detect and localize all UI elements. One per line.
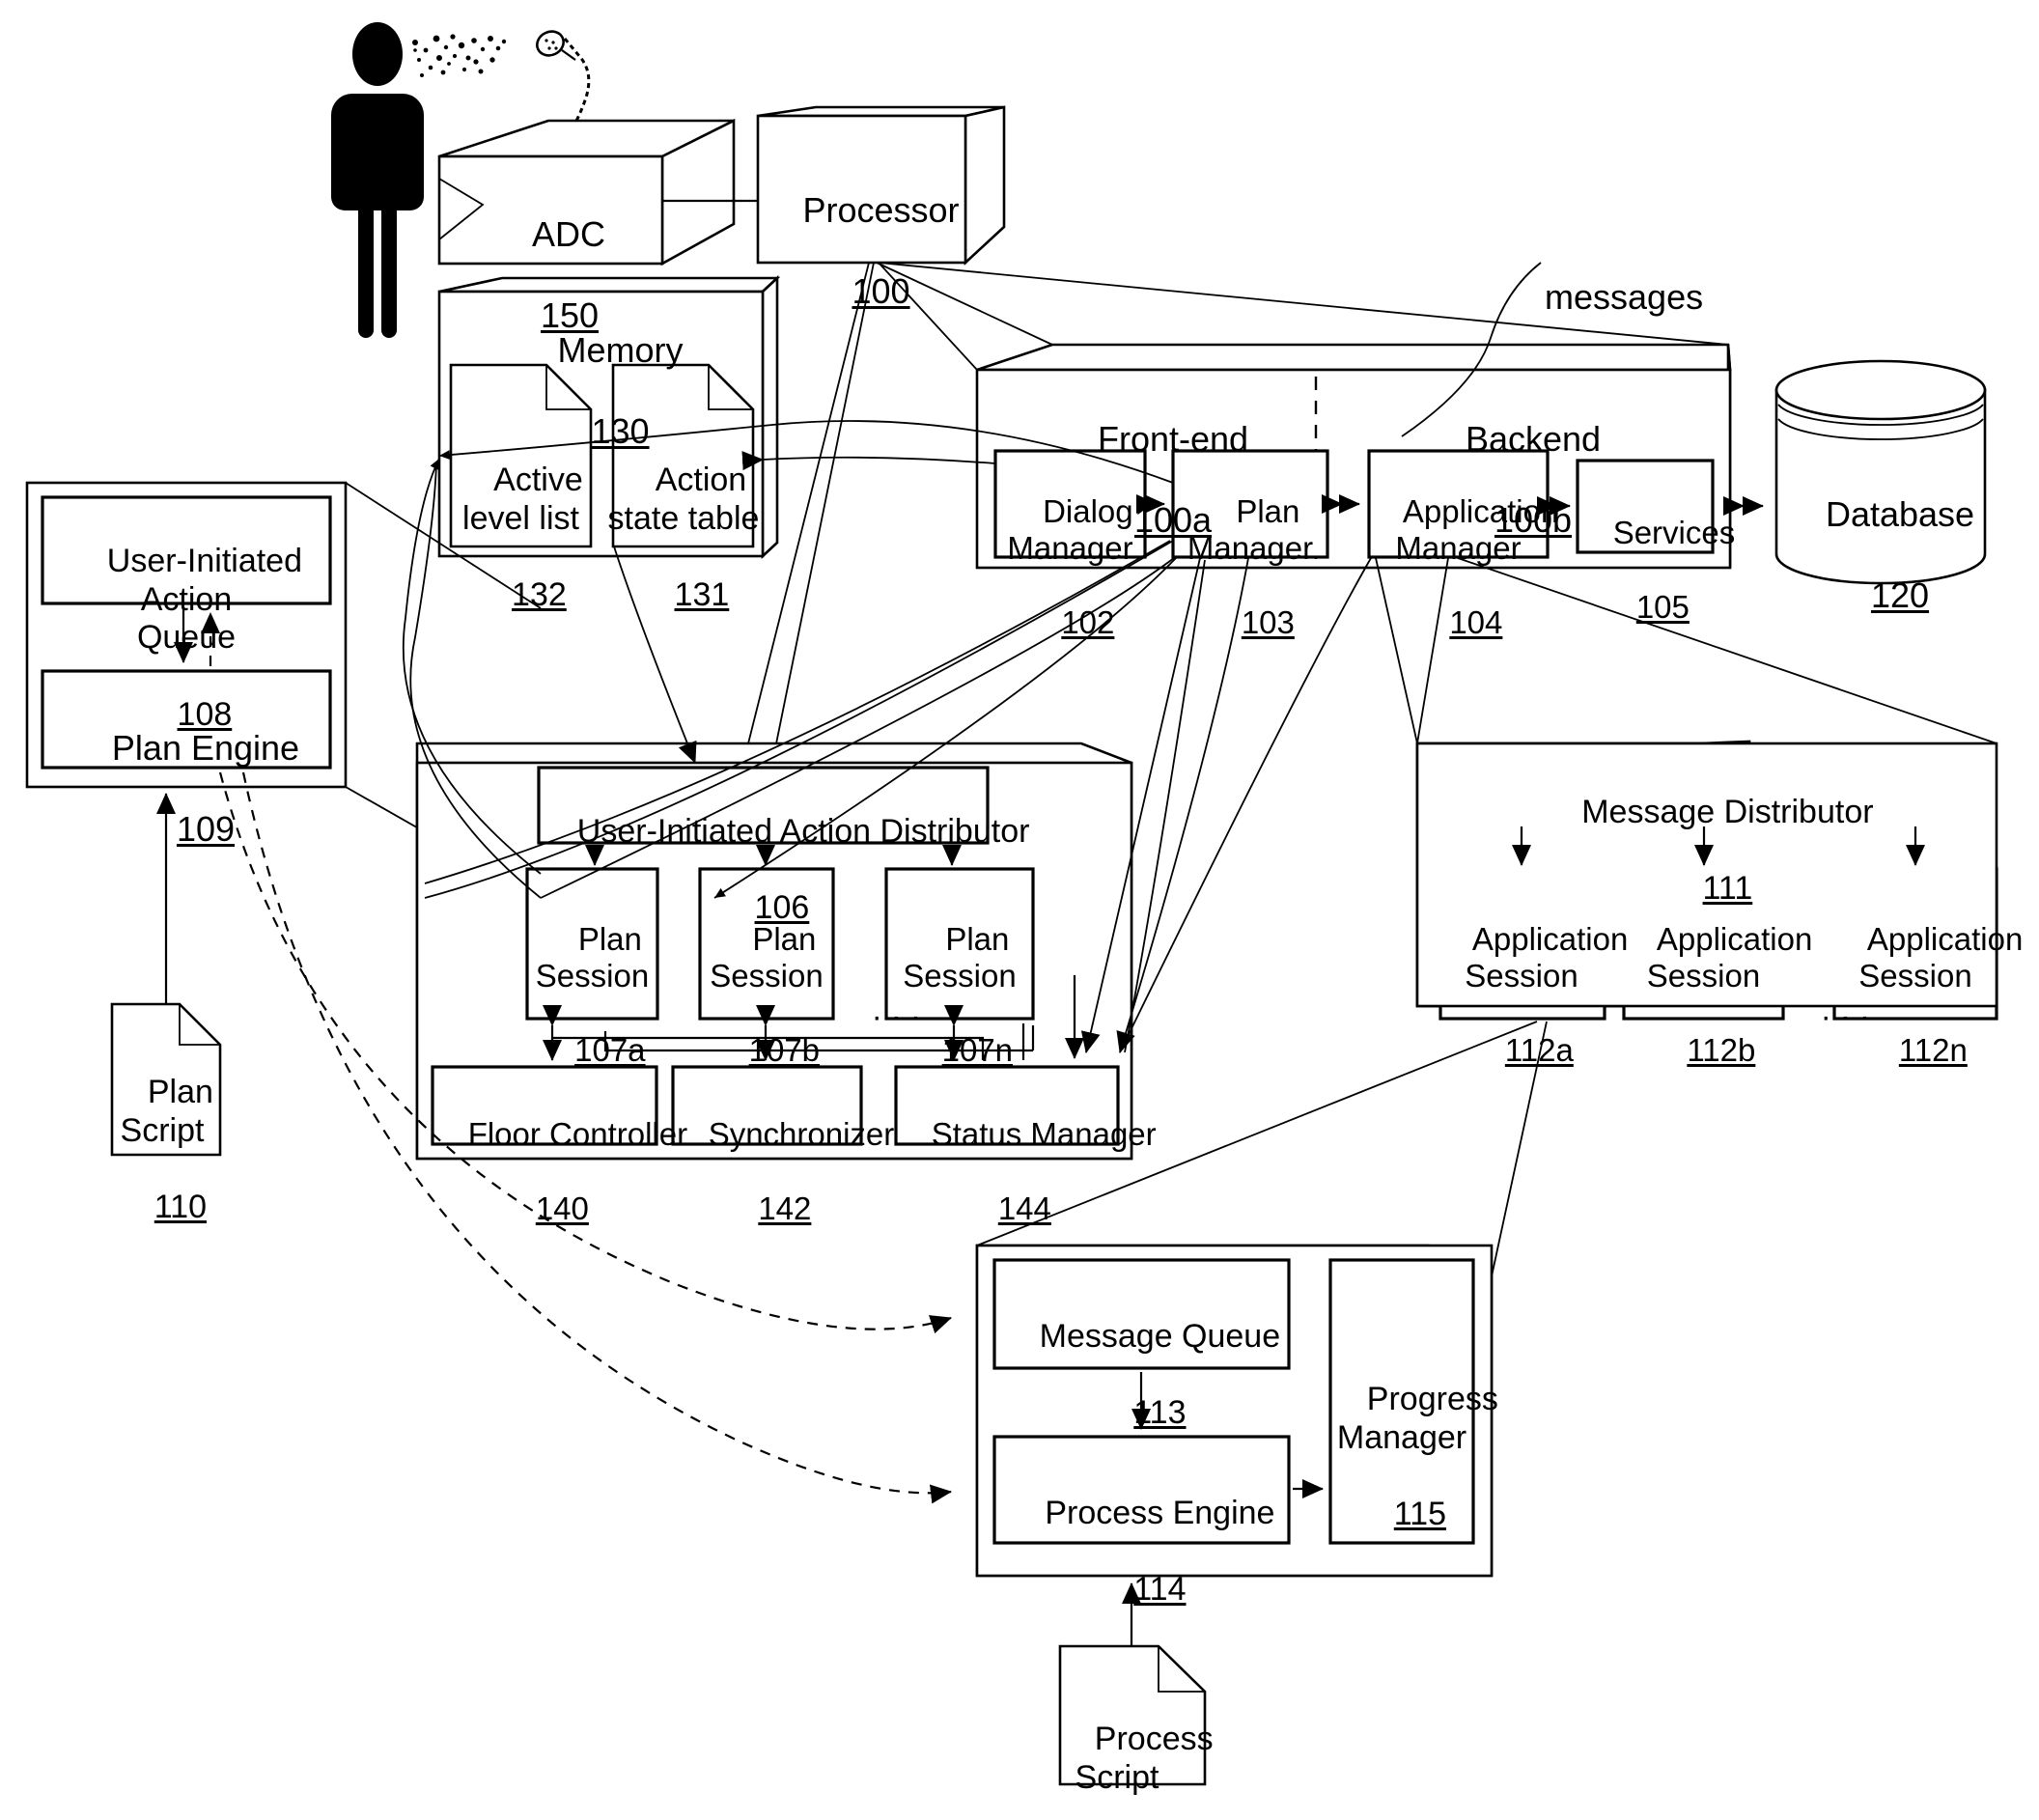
database-cylinder [1774, 359, 1987, 585]
plan-engine-rect [41, 669, 332, 770]
memory-box [437, 275, 781, 559]
status-manager-rect [894, 1065, 1120, 1146]
services-rect [1576, 459, 1715, 554]
message-distributor-container [1415, 557, 1998, 1021]
plan-session-107a-rect [525, 867, 659, 1021]
synchronizer-rect [671, 1065, 863, 1146]
uia-distributor-container [415, 557, 1249, 1161]
diagram-vector-layer [25, 22, 1998, 1786]
plan-session-107n-rect [884, 867, 1035, 1021]
uia-distributor-rect [537, 766, 990, 845]
message-queue-rect [992, 1258, 1291, 1370]
application-manager-rect [1367, 449, 1550, 559]
curve-memory-to-distributor [613, 546, 697, 764]
plan-script-doc [110, 793, 222, 1157]
process-engine-rect [992, 1435, 1291, 1545]
plan-session-107b-rect [698, 867, 835, 1021]
uia-queue-rect [41, 495, 332, 605]
adc-box [437, 118, 736, 266]
processor-box [756, 105, 1006, 266]
progress-manager-rect [1328, 1258, 1475, 1545]
process-script-doc [1058, 1582, 1207, 1786]
floor-controller-rect [431, 1065, 658, 1146]
patent-figure-canvas: ADC 150 Processor 100 Memory 130 Active … [0, 0, 2039, 1820]
dialog-manager-rect [993, 449, 1147, 559]
memory-arrow-in [741, 451, 996, 471]
speech-waves-icon [412, 34, 507, 77]
user-person-icon [331, 22, 424, 338]
plan-manager-rect [1171, 449, 1329, 559]
